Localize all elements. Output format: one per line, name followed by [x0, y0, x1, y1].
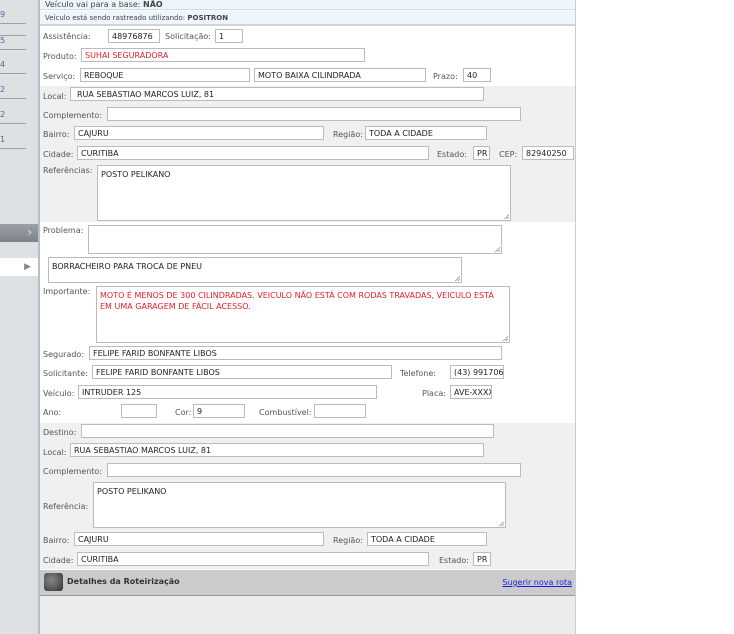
ano-label: Ano: [43, 408, 62, 417]
solicitante-input[interactable]: FELIPE FARID BONFANTE LIBOS [92, 365, 392, 379]
veiculo-input[interactable]: INTRUDER 125 [78, 385, 377, 399]
prazo-input[interactable]: 40 [463, 68, 491, 82]
cep-input[interactable]: 82940250 [522, 146, 574, 160]
roteirizacao-title: Detalhes da Roteirização [67, 577, 180, 586]
destino-label: Destino: [43, 428, 77, 437]
destino-cidade-label: Cidade: [43, 556, 74, 565]
base-info: Veículo vai para a base: NÃO [40, 0, 575, 10]
produto-input[interactable]: SUHAI SEGURADORA [81, 48, 365, 62]
local-label: Local: [43, 92, 67, 101]
servico-label: Serviço: [43, 72, 76, 81]
combustivel-label: Combustível: [259, 408, 312, 417]
regiao-input[interactable]: TODA A CIDADE [365, 126, 487, 140]
destino-input[interactable] [81, 424, 494, 438]
referencias-label: Referências: [43, 166, 93, 175]
destino-referencia-textarea[interactable]: POSTO PELIKANO [93, 482, 506, 528]
service-form: Veículo vai para a base: NÃO Veículo est… [40, 0, 576, 634]
regiao-label: Região: [333, 130, 363, 139]
sidebar-item[interactable]: 2 [0, 110, 26, 124]
problema-label: Problema: [43, 226, 84, 235]
local-input[interactable]: RUA SEBASTIAO MARCOS LUIZ, 81 [70, 87, 484, 101]
assistencia-input[interactable]: 48976876 [108, 29, 160, 43]
servico-input[interactable]: REBOQUE [80, 68, 250, 82]
cor-label: Cor: [175, 408, 192, 417]
estado-input[interactable]: PR [473, 146, 490, 160]
prazo-label: Prazo: [433, 72, 458, 81]
destino-regiao-input[interactable]: TODA A CIDADE [367, 532, 487, 546]
sidebar-item[interactable]: 1 [0, 135, 26, 149]
globe-icon [44, 573, 63, 591]
sidebar: 9 5 4 2 2 1 › ▶ [0, 0, 40, 634]
suggest-route-link[interactable]: Sugerir nova rota [502, 578, 572, 587]
segurado-input[interactable]: FELIPE FARID BONFANTE LIBOS [89, 346, 502, 360]
assistencia-label: Assistência: [43, 32, 91, 41]
placa-label: Placa: [422, 389, 446, 398]
roteirizacao-content [40, 596, 575, 634]
problema-descricao-textarea[interactable]: BORRACHEIRO PARA TROCA DE PNEU [48, 257, 462, 283]
produto-label: Produto: [43, 52, 77, 61]
destino-bairro-input[interactable]: CAJURU [74, 532, 324, 546]
destino-local-label: Local: [43, 448, 67, 457]
ano-input[interactable] [121, 404, 157, 418]
destino-cidade-input[interactable]: CURITIBA [77, 552, 429, 566]
servico-tipo-input[interactable]: MOTO BAIXA CILINDRADA [254, 68, 426, 82]
cidade-label: Cidade: [43, 150, 74, 159]
bairro-input[interactable]: CAJURU [74, 126, 324, 140]
placa-input[interactable]: AVE-XXXX [450, 385, 492, 399]
destino-complemento-input[interactable] [107, 463, 521, 477]
cor-input[interactable]: 9 [193, 404, 245, 418]
sidebar-expand-button[interactable]: › [0, 224, 38, 242]
destino-estado-input[interactable]: PR [473, 552, 491, 566]
chevron-right-icon: › [27, 225, 32, 239]
destino-referencia-label: Referência: [43, 502, 89, 511]
problema-textarea[interactable] [88, 225, 502, 254]
importante-label: Importante: [43, 287, 91, 296]
solicitacao-input[interactable]: 1 [215, 29, 243, 43]
telefone-label: Telefone: [400, 369, 436, 378]
sidebar-item[interactable]: 5 [0, 35, 26, 50]
tracking-info: Veículo está sendo rastreado utilizando:… [40, 11, 575, 26]
solicitante-label: Solicitante: [43, 369, 88, 378]
sidebar-item[interactable]: 9 [0, 10, 26, 24]
triangle-right-icon: ▶ [24, 262, 31, 272]
bairro-label: Bairro: [43, 130, 70, 139]
cep-label: CEP: [499, 150, 518, 159]
sidebar-item[interactable]: 4 [0, 60, 26, 74]
destino-local-input[interactable]: RUA SEBASTIAO MARCOS LUIZ, 81 [70, 443, 484, 457]
combustivel-input[interactable] [314, 404, 366, 418]
referencias-textarea[interactable]: POSTO PELIKANO [97, 165, 511, 221]
complemento-input[interactable] [107, 107, 521, 121]
destino-complemento-label: Complemento: [43, 467, 103, 476]
sidebar-item[interactable]: 2 [0, 85, 26, 99]
solicitacao-label: Solicitação: [165, 32, 211, 41]
telefone-input[interactable]: (43) 991706384 [450, 365, 504, 379]
destino-estado-label: Estado: [439, 556, 469, 565]
destino-bairro-label: Bairro: [43, 536, 70, 545]
veiculo-label: Veículo: [43, 389, 75, 398]
importante-textarea[interactable]: MOTO É MENOS DE 300 CILINDRADAS. VEICULO… [96, 286, 510, 343]
sidebar-selected-item[interactable]: ▶ [0, 258, 38, 276]
destino-regiao-label: Região: [333, 536, 363, 545]
estado-label: Estado: [437, 150, 467, 159]
roteirizacao-header: Detalhes da Roteirização Sugerir nova ro… [40, 570, 575, 596]
segurado-label: Segurado: [43, 350, 85, 359]
cidade-input[interactable]: CURITIBA [77, 146, 429, 160]
complemento-label: Complemento: [43, 111, 103, 120]
